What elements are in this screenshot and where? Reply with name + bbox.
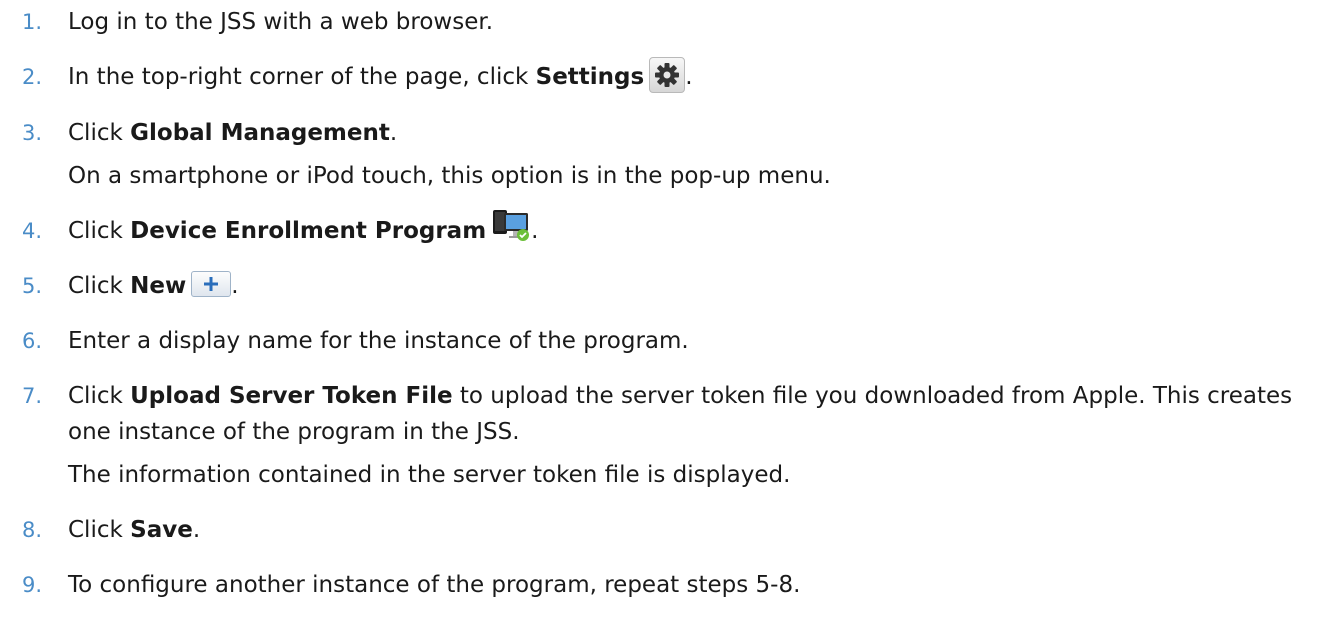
step-number: 8. — [22, 518, 43, 542]
step-text-pre: Click — [68, 119, 131, 146]
step-8: 8. Click Save. — [22, 512, 1332, 548]
step-text-pre: Click — [68, 383, 131, 409]
upload-server-token-file-label: Upload Server Token File — [130, 383, 453, 409]
step-number: 2. — [22, 65, 43, 89]
step-text-pre: Click — [68, 273, 131, 299]
step-text-post: . — [192, 517, 201, 543]
step-7: 7. Click Upload Server Token File to upl… — [22, 378, 1332, 493]
step-text-pre: Click — [68, 217, 131, 244]
step-text: To configure another instance of the pro… — [68, 572, 801, 598]
gear-icon — [649, 56, 686, 93]
device-enrollment-program-label: Device Enrollment Program — [130, 217, 487, 244]
save-label: Save — [130, 517, 193, 543]
plus-icon — [191, 270, 232, 297]
step-6: 6. Enter a display name for the instance… — [22, 323, 1332, 359]
step-number: 3. — [22, 120, 43, 145]
step-5: 5. Click New . — [22, 268, 1332, 304]
step-text-post: . — [389, 119, 398, 146]
device-enrollment-icon — [491, 207, 531, 243]
step-9: 9. To configure another instance of the … — [22, 567, 1332, 603]
settings-label: Settings — [535, 64, 645, 90]
step-number: 9. — [22, 573, 43, 597]
new-label: New — [130, 273, 187, 299]
step-number: 1. — [22, 10, 43, 34]
step-text: Enter a display name for the instance of… — [68, 328, 689, 354]
step-number: 4. — [22, 218, 43, 243]
step-3: 3. Click Global Management. On a smartph… — [22, 115, 1332, 194]
step-4: 4. Click Device Enrollment Program . — [22, 210, 1332, 250]
step-number: 7. — [22, 384, 43, 408]
step-text-pre: Click — [68, 517, 131, 543]
global-management-label: Global Management — [130, 119, 390, 146]
step-number: 6. — [22, 329, 43, 353]
step-number: 5. — [22, 274, 43, 298]
step-text-post: . — [685, 64, 693, 90]
step-2: 2. In the top-right corner of the page, … — [22, 56, 1332, 96]
step-text-post: . — [531, 217, 539, 244]
step-note: The information contained in the server … — [68, 462, 791, 488]
step-text-post: . — [231, 273, 239, 299]
step-note: On a smartphone or iPod touch, this opti… — [68, 162, 831, 189]
step-1: 1. Log in to the JSS with a web browser. — [22, 4, 1332, 40]
step-text: Log in to the JSS with a web browser. — [68, 9, 494, 35]
procedure-steps: 1. Log in to the JSS with a web browser.… — [22, 4, 1332, 622]
step-text-pre: In the top-right corner of the page, cli… — [68, 64, 536, 90]
